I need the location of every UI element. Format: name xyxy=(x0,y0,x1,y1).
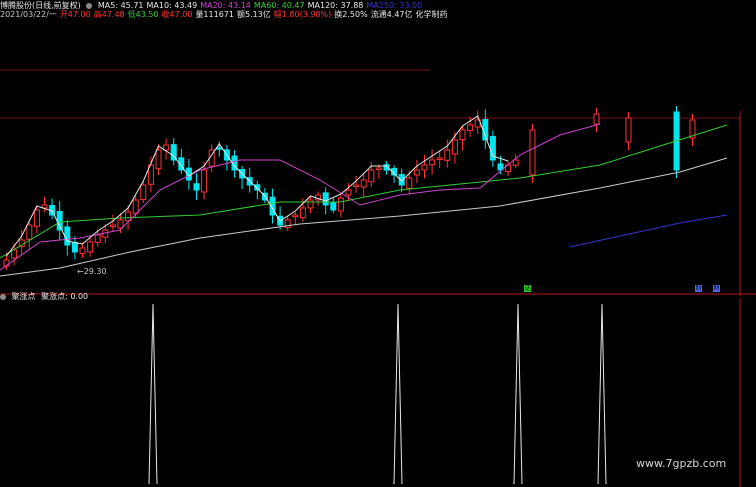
candle-body xyxy=(360,179,367,188)
candle-body xyxy=(94,234,101,243)
candle-body xyxy=(117,219,124,229)
indicator-spike xyxy=(148,303,158,485)
candle-body xyxy=(307,199,314,209)
candle-body xyxy=(292,214,299,218)
top-clip xyxy=(520,104,740,114)
watermark: www.7gpzb.com xyxy=(636,457,727,470)
stock-title: 博腾股份(日线,前复权) xyxy=(0,1,81,10)
indicator-spike xyxy=(393,303,403,485)
candle-body xyxy=(406,177,413,189)
candle-body xyxy=(345,189,352,196)
info-item-2: 高47.48 xyxy=(93,10,125,19)
info-item-3: 低43.50 xyxy=(127,10,159,19)
candle-body xyxy=(155,149,162,170)
candle-body xyxy=(71,242,78,253)
info-item-4: 收47.00 xyxy=(161,10,193,19)
candle-body xyxy=(132,199,139,214)
info-item-6: 额5.13亿 xyxy=(236,10,271,19)
candle-body xyxy=(284,219,291,229)
candle-body xyxy=(56,210,63,231)
candle-body xyxy=(368,169,375,183)
candle-body xyxy=(163,144,170,151)
info-item-9: 流通4.47亿 xyxy=(370,10,413,19)
ma-label-1: MA10: 43.49 xyxy=(146,1,198,10)
low-price-marker: ←29.30 xyxy=(77,267,107,276)
indicator-spike xyxy=(597,303,607,485)
info-item-0: 2021/03/22/一 xyxy=(0,10,57,19)
info-item-8: 换2.50% xyxy=(334,10,368,19)
ma-legend: MA5: 45.71 MA10: 43.49 MA20: 43.14 MA60: 40… xyxy=(98,1,425,10)
candle-body xyxy=(444,149,451,161)
candle-body xyxy=(33,209,40,227)
candle-body xyxy=(87,241,94,253)
candle-body xyxy=(436,157,443,160)
candle-body xyxy=(140,184,147,201)
candle-body xyxy=(375,167,382,170)
candle-body xyxy=(529,129,536,176)
candle-body xyxy=(216,147,223,150)
ma-label-0: MA5: 45.71 xyxy=(97,1,144,10)
candle-body xyxy=(413,169,420,176)
candle-body xyxy=(337,197,344,212)
ma-label-3: MA60: 40.47 xyxy=(253,1,305,10)
candle-body xyxy=(64,226,71,246)
ma-label-5: MA250: 33.00 xyxy=(366,1,423,10)
candle-body xyxy=(11,249,18,259)
candle-body xyxy=(330,201,337,211)
dividend-badge[interactable]: 送 xyxy=(524,285,531,292)
candle-body xyxy=(429,159,436,166)
info-item-1: 开47.00 xyxy=(59,10,91,19)
ma-label-4: MA120: 37.88 xyxy=(307,1,364,10)
indicator-spike xyxy=(513,303,523,485)
ma250-line xyxy=(569,214,728,248)
candle-body xyxy=(193,183,200,191)
candle-body xyxy=(459,129,466,141)
price-info-row: 2021/03/22/一 开47.00 高47.48 低43.50 收47.00 量111… xyxy=(0,10,451,20)
settings-dot-icon[interactable] xyxy=(86,2,93,9)
candle-body xyxy=(451,139,458,155)
candle-body xyxy=(467,124,474,131)
candle-body xyxy=(421,164,428,171)
candle-body xyxy=(512,159,519,166)
candle-body xyxy=(201,169,208,193)
info-item-10: 化学制药 xyxy=(415,10,448,19)
ma-label-2: MA20: 43.14 xyxy=(200,1,251,10)
candle-body xyxy=(79,247,86,254)
info-item-5: 量111671 xyxy=(195,10,234,19)
candlestick-chart[interactable] xyxy=(0,20,756,296)
candle-body xyxy=(26,224,33,240)
finance-badge[interactable]: 财 xyxy=(713,285,720,292)
candle-body xyxy=(593,113,600,125)
candle-body xyxy=(299,207,306,219)
candle-body xyxy=(109,224,116,228)
finance-badge[interactable]: 财 xyxy=(695,285,702,292)
candle-body xyxy=(322,192,329,206)
candle-body xyxy=(353,184,360,187)
candle-body xyxy=(625,117,632,143)
info-item-7: 幅1.80(3.98%) xyxy=(273,10,332,19)
